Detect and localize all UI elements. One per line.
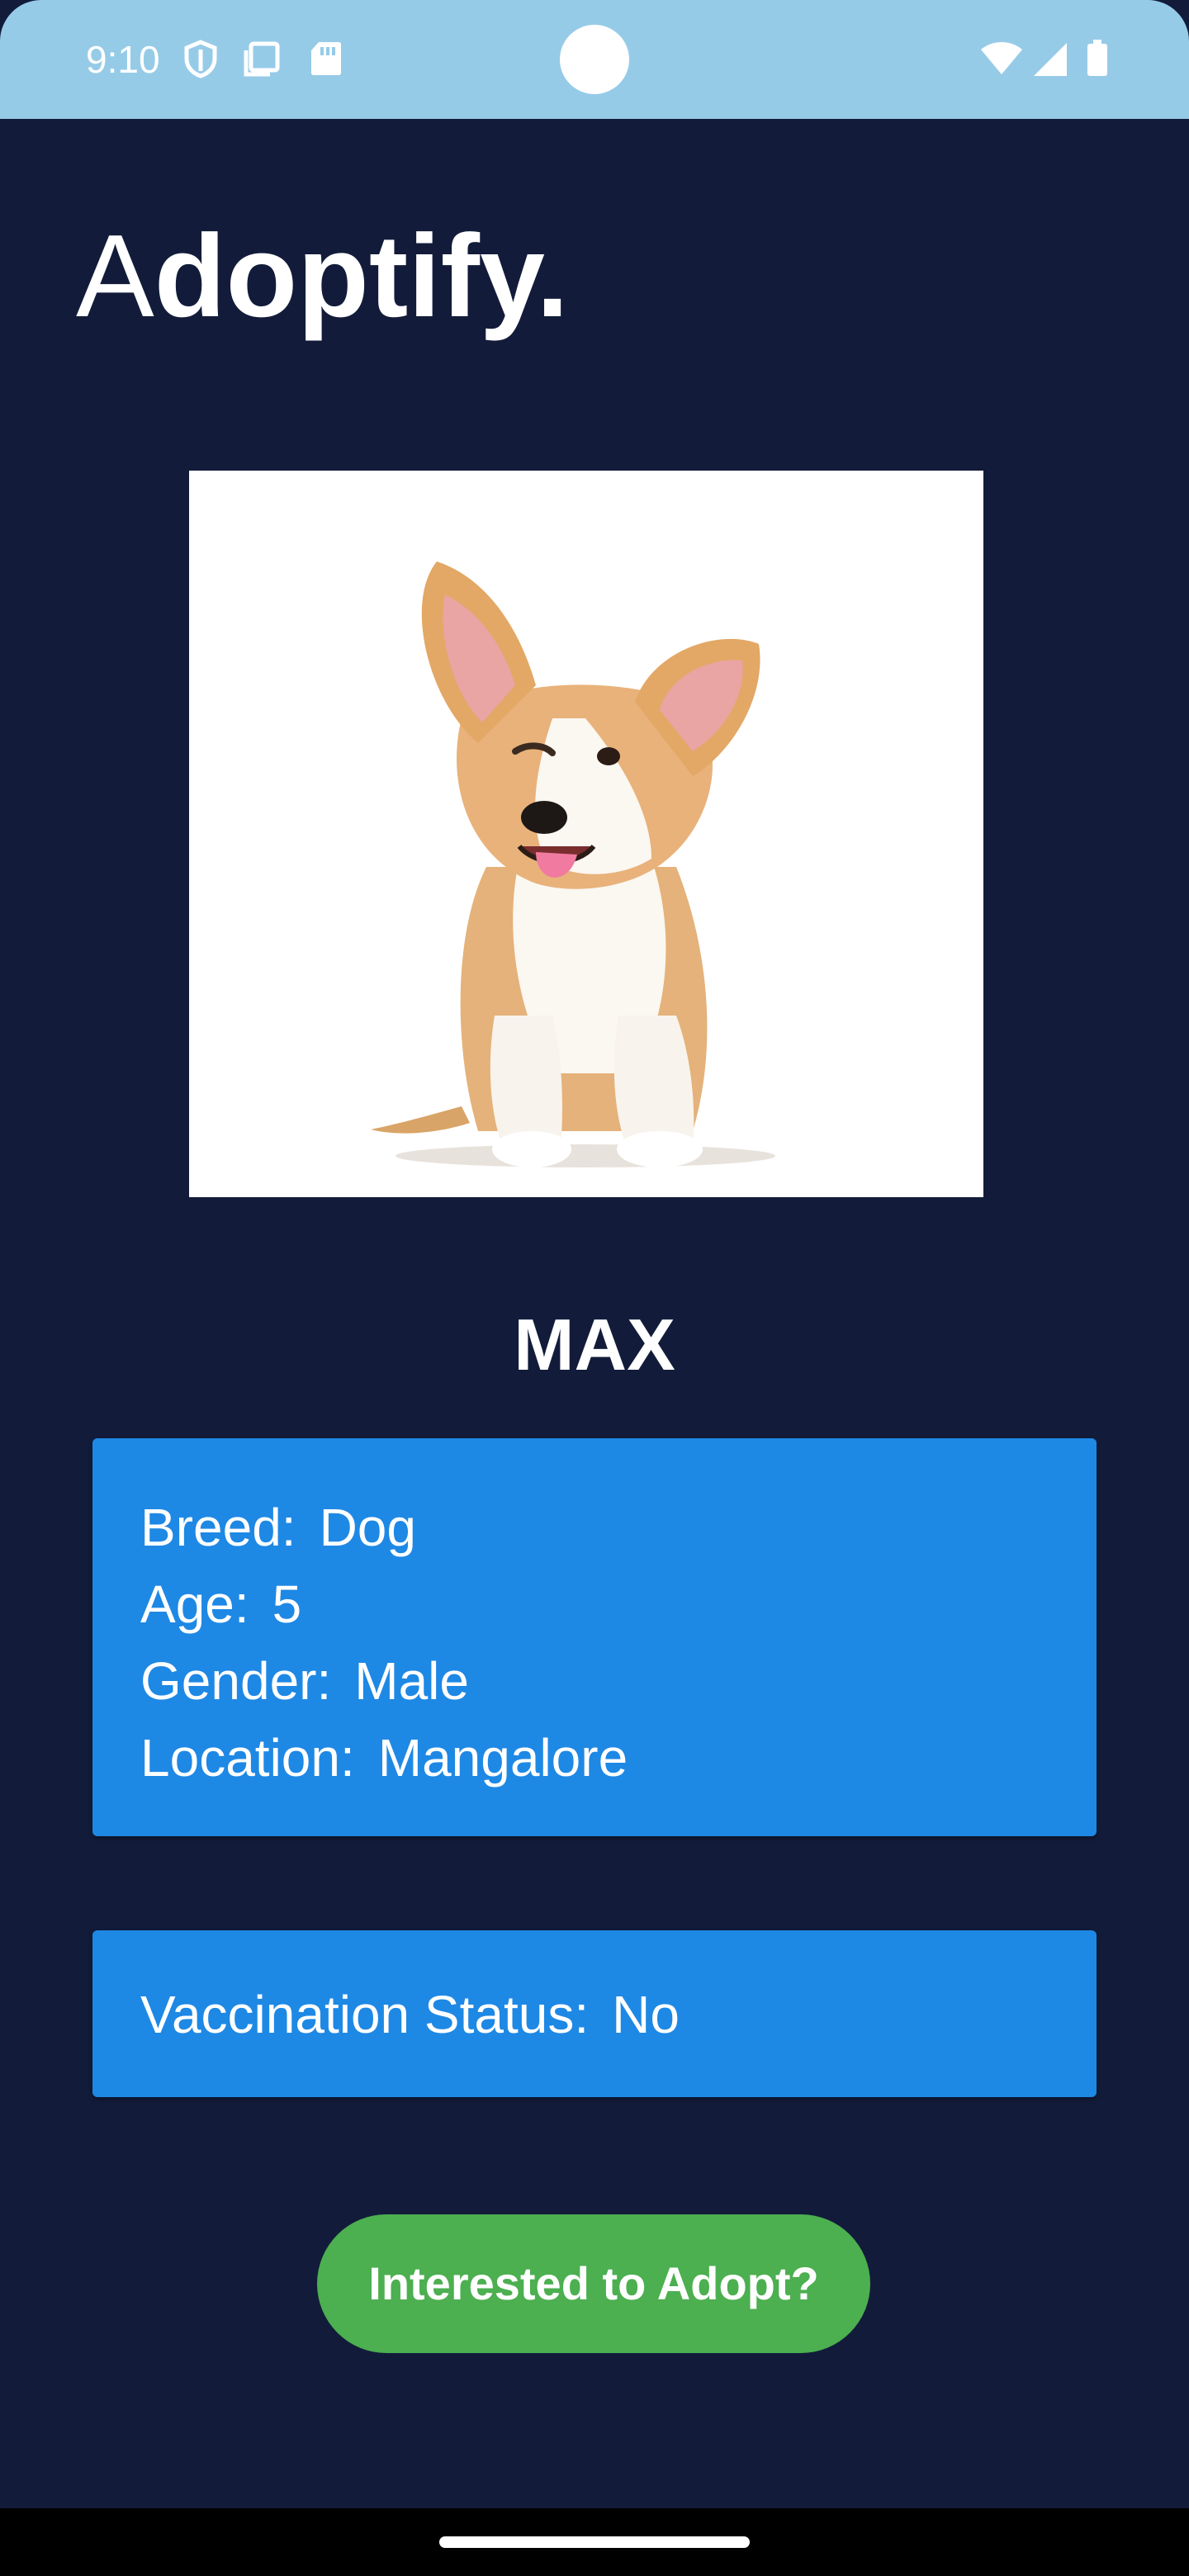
location-label: Location:: [140, 1728, 355, 1788]
vaccination-card: Vaccination Status: No: [92, 1930, 1097, 2097]
shield-icon: [180, 38, 221, 79]
age-row: Age: 5: [140, 1566, 301, 1642]
signal-icon: [1030, 38, 1072, 79]
sd-card-icon: [306, 38, 347, 79]
breed-value: Dog: [319, 1498, 416, 1557]
app-title-initial: A: [76, 211, 154, 342]
app-title-rest: doptify.: [154, 211, 569, 342]
camera-cutout: [560, 25, 629, 94]
vaccination-row: Vaccination Status: No: [140, 1977, 680, 2053]
pet-details-card: Breed: Dog Age: 5 Gender: Male Location: Man…: [92, 1438, 1097, 1836]
pet-photo: [189, 471, 983, 1197]
pet-name: MAX: [514, 1304, 675, 1385]
app-title: Adoptify.: [76, 211, 569, 343]
breed-row: Breed: Dog: [140, 1489, 416, 1565]
location-value: Mangalore: [377, 1728, 628, 1788]
home-gesture-handle[interactable]: [439, 2536, 750, 2548]
breed-label: Breed:: [140, 1498, 296, 1557]
gender-row: Gender: Male: [140, 1643, 469, 1719]
age-value: 5: [272, 1574, 302, 1634]
location-row: Location: Mangalore: [140, 1720, 628, 1796]
status-time: 9:10: [86, 38, 160, 81]
vaccination-label: Vaccination Status:: [140, 1985, 590, 2044]
vaccination-value: No: [612, 1985, 680, 2044]
age-label: Age:: [140, 1574, 249, 1634]
wifi-icon: [979, 38, 1022, 79]
adopt-button[interactable]: Interested to Adopt?: [317, 2214, 870, 2353]
navigation-bar: [0, 2508, 1189, 2576]
gender-value: Male: [354, 1651, 469, 1711]
corgi-puppy-photo: [371, 561, 775, 1167]
clipboard-icon: [241, 38, 282, 79]
status-bar: 9:10: [0, 0, 1189, 119]
battery-icon: [1085, 38, 1126, 79]
gender-label: Gender:: [140, 1651, 332, 1711]
